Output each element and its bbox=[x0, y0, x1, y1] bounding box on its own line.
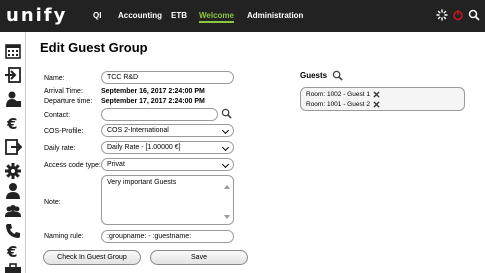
check-in-guest-group-button[interactable]: Check In Guest Group bbox=[43, 250, 141, 265]
daily-rate-value: Daily Rate - [1.00000 €] bbox=[107, 144, 181, 151]
nav-item-welcome[interactable]: Welcome bbox=[199, 11, 234, 23]
note-textarea[interactable]: Very important Guests bbox=[101, 175, 234, 225]
app-logo: unify bbox=[6, 5, 68, 26]
note-label: Note: bbox=[44, 199, 61, 206]
check-in-icon[interactable] bbox=[4, 66, 22, 84]
check-out-icon[interactable] bbox=[4, 138, 22, 156]
nav-item-administration[interactable]: Administration bbox=[247, 11, 303, 20]
save-button[interactable]: Save bbox=[150, 250, 248, 265]
cos-profile-value: COS 2-International bbox=[107, 127, 169, 134]
scroll-up-arrow-icon[interactable] bbox=[224, 185, 230, 189]
power-icon[interactable] bbox=[452, 9, 464, 21]
svg-text:€: € bbox=[6, 243, 17, 260]
arrival-time-value: September 16, 2017 2:24:00 PM bbox=[101, 88, 205, 95]
access-code-type-label: Access code type: bbox=[44, 162, 101, 169]
daily-rate-select[interactable]: Daily Rate - [1.00000 €] bbox=[101, 141, 234, 154]
calendar-icon[interactable] bbox=[4, 42, 22, 60]
remove-guest-icon[interactable] bbox=[373, 101, 380, 108]
page-title: Edit Guest Group bbox=[40, 40, 148, 55]
departure-time-label: Departure time: bbox=[44, 98, 93, 105]
contact-search-icon[interactable] bbox=[221, 108, 232, 119]
search-icon[interactable] bbox=[468, 9, 480, 21]
guest-item: Room: 1001 - Guest 2 bbox=[306, 101, 370, 108]
spinner-icon[interactable] bbox=[436, 9, 448, 21]
arrival-time-label: Arrival Time: bbox=[44, 88, 83, 95]
access-code-type-select[interactable]: Privat bbox=[101, 158, 234, 171]
person-icon[interactable] bbox=[4, 90, 22, 108]
nav-item-accounting[interactable]: Accounting bbox=[118, 11, 162, 20]
euro-icon[interactable]: € bbox=[4, 242, 22, 260]
contact-label: Contact: bbox=[44, 112, 71, 119]
user-icon[interactable] bbox=[4, 182, 22, 200]
euro-icon[interactable]: € bbox=[4, 114, 22, 132]
departure-time-value: September 17, 2017 2:24:00 PM bbox=[101, 98, 205, 105]
group-icon[interactable] bbox=[4, 202, 22, 220]
cos-profile-label: COS-Profile: bbox=[44, 128, 84, 135]
name-label: Name: bbox=[44, 75, 65, 82]
svg-text:€: € bbox=[6, 115, 17, 132]
guests-list: Room: 1002 - Guest 1 Room: 1001 - Guest … bbox=[300, 87, 465, 111]
name-input[interactable]: TCC R&D bbox=[101, 71, 234, 84]
guest-item: Room: 1002 - Guest 1 bbox=[306, 91, 370, 98]
cos-profile-select[interactable]: COS 2-International bbox=[101, 124, 234, 137]
top-bar: unify QI Accounting ETB Welcome Administ… bbox=[0, 0, 485, 32]
nav-item-qi[interactable]: QI bbox=[93, 11, 101, 20]
naming-rule-label: Naming rule: bbox=[44, 233, 84, 240]
contact-input[interactable] bbox=[101, 108, 218, 121]
sidebar: € € bbox=[0, 32, 26, 273]
guests-title: Guests bbox=[300, 71, 328, 80]
nav-item-etb[interactable]: ETB bbox=[171, 11, 187, 20]
scroll-down-arrow-icon[interactable] bbox=[224, 215, 230, 219]
briefcase-icon[interactable] bbox=[4, 261, 22, 273]
phone-icon[interactable] bbox=[4, 222, 22, 240]
naming-rule-input[interactable]: :groupname: - :guestname: bbox=[101, 230, 234, 243]
daily-rate-label: Daily rate: bbox=[44, 145, 76, 152]
gear-icon[interactable] bbox=[4, 162, 22, 180]
access-code-type-value: Privat bbox=[107, 161, 125, 168]
guest-search-icon[interactable] bbox=[332, 70, 343, 81]
note-text: Very important Guests bbox=[107, 179, 177, 186]
remove-guest-icon[interactable] bbox=[373, 91, 380, 98]
